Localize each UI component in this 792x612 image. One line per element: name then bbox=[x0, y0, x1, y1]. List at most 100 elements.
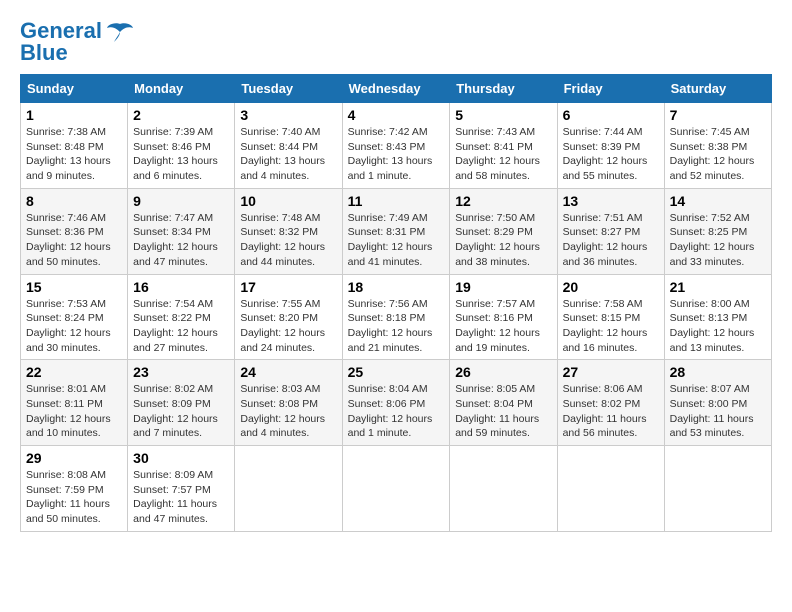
day-info: Sunrise: 7:39 AMSunset: 8:46 PMDaylight:… bbox=[133, 125, 229, 184]
day-info: Sunrise: 7:40 AMSunset: 8:44 PMDaylight:… bbox=[240, 125, 336, 184]
day-number: 24 bbox=[240, 364, 336, 380]
day-info: Sunrise: 8:09 AMSunset: 7:57 PMDaylight:… bbox=[133, 468, 229, 527]
day-info: Sunrise: 7:45 AMSunset: 8:38 PMDaylight:… bbox=[670, 125, 766, 184]
calendar-cell: 9 Sunrise: 7:47 AMSunset: 8:34 PMDaylight… bbox=[128, 188, 235, 274]
day-info: Sunrise: 7:54 AMSunset: 8:22 PMDaylight:… bbox=[133, 297, 229, 356]
day-number: 4 bbox=[348, 107, 445, 123]
calendar-cell: 12 Sunrise: 7:50 AMSunset: 8:29 PMDayligh… bbox=[450, 188, 557, 274]
day-info: Sunrise: 7:55 AMSunset: 8:20 PMDaylight:… bbox=[240, 297, 336, 356]
calendar-week-row: 22 Sunrise: 8:01 AMSunset: 8:11 PMDayligh… bbox=[21, 360, 772, 446]
logo-bird-icon bbox=[106, 22, 134, 44]
day-info: Sunrise: 7:51 AMSunset: 8:27 PMDaylight:… bbox=[563, 211, 659, 270]
day-number: 14 bbox=[670, 193, 766, 209]
day-info: Sunrise: 8:00 AMSunset: 8:13 PMDaylight:… bbox=[670, 297, 766, 356]
header: General Blue bbox=[20, 20, 772, 64]
day-info: Sunrise: 8:01 AMSunset: 8:11 PMDaylight:… bbox=[26, 382, 122, 441]
weekday-header-wednesday: Wednesday bbox=[342, 75, 450, 103]
day-info: Sunrise: 7:43 AMSunset: 8:41 PMDaylight:… bbox=[455, 125, 551, 184]
day-number: 16 bbox=[133, 279, 229, 295]
calendar-cell bbox=[450, 446, 557, 532]
day-number: 22 bbox=[26, 364, 122, 380]
calendar-cell bbox=[664, 446, 771, 532]
weekday-header-friday: Friday bbox=[557, 75, 664, 103]
weekday-header-saturday: Saturday bbox=[664, 75, 771, 103]
calendar-cell: 22 Sunrise: 8:01 AMSunset: 8:11 PMDayligh… bbox=[21, 360, 128, 446]
day-info: Sunrise: 7:50 AMSunset: 8:29 PMDaylight:… bbox=[455, 211, 551, 270]
day-number: 30 bbox=[133, 450, 229, 466]
calendar-cell bbox=[557, 446, 664, 532]
calendar-cell: 29 Sunrise: 8:08 AMSunset: 7:59 PMDayligh… bbox=[21, 446, 128, 532]
day-info: Sunrise: 7:46 AMSunset: 8:36 PMDaylight:… bbox=[26, 211, 122, 270]
day-info: Sunrise: 8:06 AMSunset: 8:02 PMDaylight:… bbox=[563, 382, 659, 441]
day-info: Sunrise: 7:49 AMSunset: 8:31 PMDaylight:… bbox=[348, 211, 445, 270]
day-info: Sunrise: 8:02 AMSunset: 8:09 PMDaylight:… bbox=[133, 382, 229, 441]
day-info: Sunrise: 7:57 AMSunset: 8:16 PMDaylight:… bbox=[455, 297, 551, 356]
calendar-week-row: 8 Sunrise: 7:46 AMSunset: 8:36 PMDaylight… bbox=[21, 188, 772, 274]
calendar-week-row: 1 Sunrise: 7:38 AMSunset: 8:48 PMDaylight… bbox=[21, 103, 772, 189]
day-info: Sunrise: 8:04 AMSunset: 8:06 PMDaylight:… bbox=[348, 382, 445, 441]
day-number: 13 bbox=[563, 193, 659, 209]
day-number: 19 bbox=[455, 279, 551, 295]
day-number: 9 bbox=[133, 193, 229, 209]
calendar-cell: 17Sunrise: 7:55 AMSunset: 8:20 PMDayligh… bbox=[235, 274, 342, 360]
day-number: 3 bbox=[240, 107, 336, 123]
day-info: Sunrise: 7:53 AMSunset: 8:24 PMDaylight:… bbox=[26, 297, 122, 356]
day-number: 20 bbox=[563, 279, 659, 295]
day-number: 29 bbox=[26, 450, 122, 466]
day-number: 1 bbox=[26, 107, 122, 123]
calendar-cell: 6 Sunrise: 7:44 AMSunset: 8:39 PMDaylight… bbox=[557, 103, 664, 189]
day-info: Sunrise: 7:47 AMSunset: 8:34 PMDaylight:… bbox=[133, 211, 229, 270]
weekday-header-sunday: Sunday bbox=[21, 75, 128, 103]
calendar-cell: 10 Sunrise: 7:48 AMSunset: 8:32 PMDayligh… bbox=[235, 188, 342, 274]
calendar-cell: 11 Sunrise: 7:49 AMSunset: 8:31 PMDayligh… bbox=[342, 188, 450, 274]
calendar-cell: 30 Sunrise: 8:09 AMSunset: 7:57 PMDayligh… bbox=[128, 446, 235, 532]
day-info: Sunrise: 7:42 AMSunset: 8:43 PMDaylight:… bbox=[348, 125, 445, 184]
day-number: 5 bbox=[455, 107, 551, 123]
day-info: Sunrise: 8:07 AMSunset: 8:00 PMDaylight:… bbox=[670, 382, 766, 441]
day-number: 8 bbox=[26, 193, 122, 209]
calendar-cell: 3 Sunrise: 7:40 AMSunset: 8:44 PMDaylight… bbox=[235, 103, 342, 189]
day-number: 6 bbox=[563, 107, 659, 123]
calendar-cell: 27Sunrise: 8:06 AMSunset: 8:02 PMDayligh… bbox=[557, 360, 664, 446]
day-number: 26 bbox=[455, 364, 551, 380]
calendar-cell: 20 Sunrise: 7:58 AMSunset: 8:15 PMDayligh… bbox=[557, 274, 664, 360]
day-number: 11 bbox=[348, 193, 445, 209]
calendar-cell: 18 Sunrise: 7:56 AMSunset: 8:18 PMDayligh… bbox=[342, 274, 450, 360]
day-number: 7 bbox=[670, 107, 766, 123]
calendar-cell: 23 Sunrise: 8:02 AMSunset: 8:09 PMDayligh… bbox=[128, 360, 235, 446]
day-number: 12 bbox=[455, 193, 551, 209]
day-info: Sunrise: 7:48 AMSunset: 8:32 PMDaylight:… bbox=[240, 211, 336, 270]
calendar-cell: 15 Sunrise: 7:53 AMSunset: 8:24 PMDayligh… bbox=[21, 274, 128, 360]
day-number: 23 bbox=[133, 364, 229, 380]
day-number: 2 bbox=[133, 107, 229, 123]
calendar-header-row: SundayMondayTuesdayWednesdayThursdayFrid… bbox=[21, 75, 772, 103]
calendar-cell: 2 Sunrise: 7:39 AMSunset: 8:46 PMDaylight… bbox=[128, 103, 235, 189]
calendar-cell: 4 Sunrise: 7:42 AMSunset: 8:43 PMDaylight… bbox=[342, 103, 450, 189]
day-info: Sunrise: 7:38 AMSunset: 8:48 PMDaylight:… bbox=[26, 125, 122, 184]
weekday-header-tuesday: Tuesday bbox=[235, 75, 342, 103]
calendar-week-row: 29 Sunrise: 8:08 AMSunset: 7:59 PMDayligh… bbox=[21, 446, 772, 532]
calendar-week-row: 15 Sunrise: 7:53 AMSunset: 8:24 PMDayligh… bbox=[21, 274, 772, 360]
day-number: 10 bbox=[240, 193, 336, 209]
calendar-cell: 16 Sunrise: 7:54 AMSunset: 8:22 PMDayligh… bbox=[128, 274, 235, 360]
calendar-cell: 13 Sunrise: 7:51 AMSunset: 8:27 PMDayligh… bbox=[557, 188, 664, 274]
day-number: 15 bbox=[26, 279, 122, 295]
calendar-cell: 8 Sunrise: 7:46 AMSunset: 8:36 PMDaylight… bbox=[21, 188, 128, 274]
calendar-cell: 21Sunrise: 8:00 AMSunset: 8:13 PMDayligh… bbox=[664, 274, 771, 360]
day-info: Sunrise: 7:52 AMSunset: 8:25 PMDaylight:… bbox=[670, 211, 766, 270]
calendar-cell: 1 Sunrise: 7:38 AMSunset: 8:48 PMDaylight… bbox=[21, 103, 128, 189]
day-number: 18 bbox=[348, 279, 445, 295]
day-info: Sunrise: 7:56 AMSunset: 8:18 PMDaylight:… bbox=[348, 297, 445, 356]
calendar-cell bbox=[235, 446, 342, 532]
day-info: Sunrise: 8:08 AMSunset: 7:59 PMDaylight:… bbox=[26, 468, 122, 527]
day-info: Sunrise: 7:44 AMSunset: 8:39 PMDaylight:… bbox=[563, 125, 659, 184]
calendar-cell: 5 Sunrise: 7:43 AMSunset: 8:41 PMDaylight… bbox=[450, 103, 557, 189]
calendar-cell: 7 Sunrise: 7:45 AMSunset: 8:38 PMDaylight… bbox=[664, 103, 771, 189]
calendar-cell: 19 Sunrise: 7:57 AMSunset: 8:16 PMDayligh… bbox=[450, 274, 557, 360]
calendar-cell bbox=[342, 446, 450, 532]
weekday-header-thursday: Thursday bbox=[450, 75, 557, 103]
weekday-header-monday: Monday bbox=[128, 75, 235, 103]
calendar-cell: 26 Sunrise: 8:05 AMSunset: 8:04 PMDayligh… bbox=[450, 360, 557, 446]
day-info: Sunrise: 8:05 AMSunset: 8:04 PMDaylight:… bbox=[455, 382, 551, 441]
day-info: Sunrise: 7:58 AMSunset: 8:15 PMDaylight:… bbox=[563, 297, 659, 356]
